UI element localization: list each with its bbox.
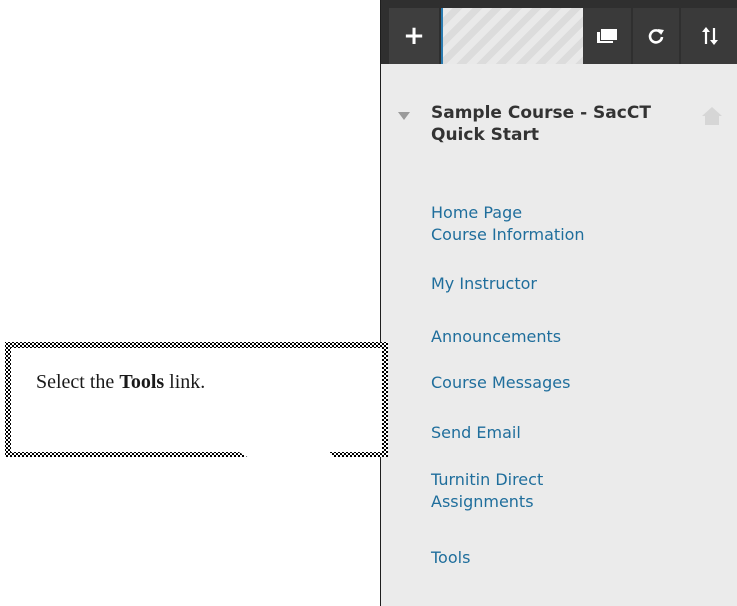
menu-item-my-instructor[interactable]: My Instructor <box>431 273 537 295</box>
menu-item-announcements[interactable]: Announcements <box>431 326 561 348</box>
toolbar-spacer <box>441 8 583 64</box>
sort-icon <box>701 27 718 45</box>
menu-item-course-information[interactable]: Course Information <box>431 224 585 246</box>
callout-bubble <box>5 342 388 457</box>
menu-item-send-email[interactable]: Send Email <box>431 422 521 444</box>
refresh-icon <box>648 29 664 44</box>
refresh-button[interactable] <box>633 8 679 64</box>
course-menu-panel: + Sample Course - SacCT Quick Start Home… <box>380 0 737 606</box>
plus-icon: + <box>403 21 425 51</box>
home-icon[interactable] <box>701 106 723 126</box>
collapse-arrow-icon[interactable] <box>398 112 410 120</box>
menu-item-turnitin-direct-assignments[interactable]: Turnitin Direct Assignments <box>431 469 601 513</box>
callout-suffix: link. <box>164 371 206 393</box>
course-menu-toolbar: + <box>381 0 737 64</box>
course-title[interactable]: Sample Course - SacCT Quick Start <box>431 102 693 146</box>
callout-text: Select the Tools link. <box>36 371 205 394</box>
menu-item-tools[interactable]: Tools <box>431 547 470 569</box>
window-icon <box>597 29 617 43</box>
menu-item-home-page[interactable]: Home Page <box>431 202 522 224</box>
display-in-window-button[interactable] <box>583 8 631 64</box>
menu-item-course-messages[interactable]: Course Messages <box>431 372 570 394</box>
callout-prefix: Select the <box>36 371 120 393</box>
callout-bold-word: Tools <box>119 371 165 393</box>
add-menu-item-button[interactable]: + <box>389 8 439 64</box>
reorder-button[interactable] <box>681 8 737 64</box>
